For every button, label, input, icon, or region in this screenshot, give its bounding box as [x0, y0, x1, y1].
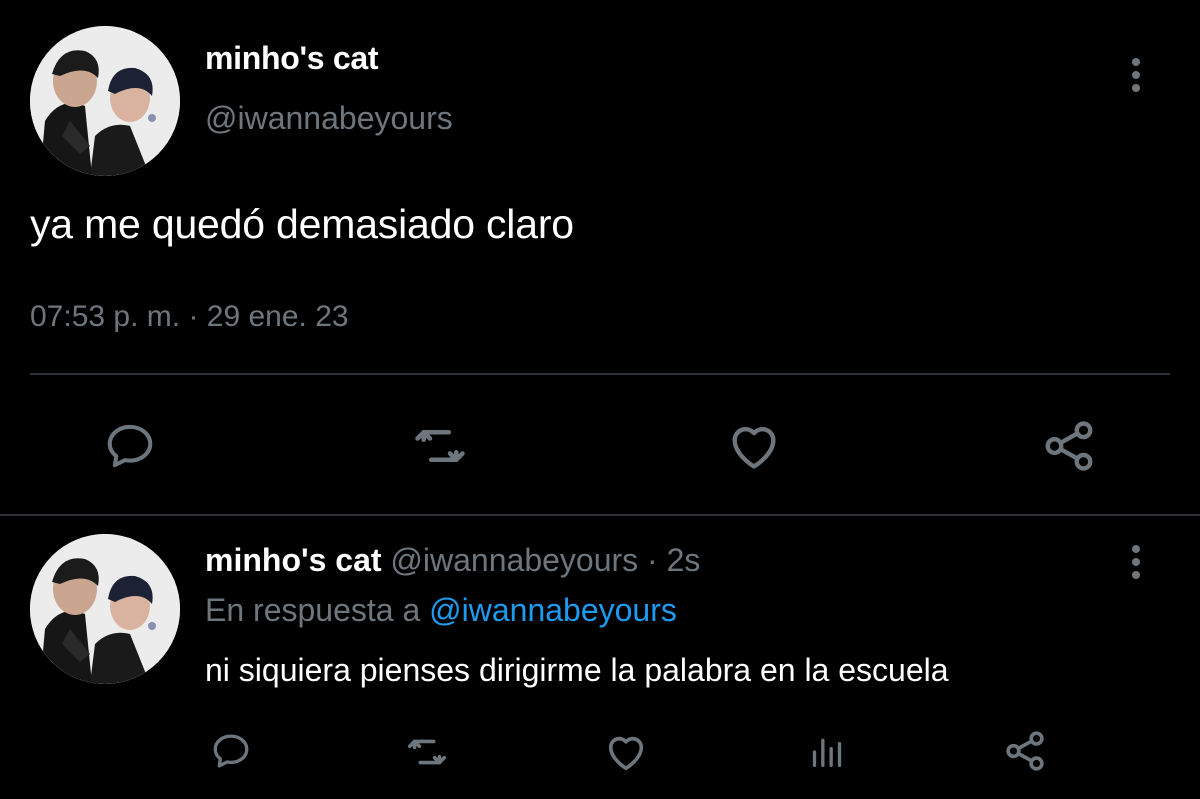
replying-to-link[interactable]: @iwannabeyours	[429, 592, 677, 628]
reply-text: ni siquiera pienses dirigirme la palabra…	[205, 652, 949, 688]
divider	[30, 373, 1170, 375]
meta-separator: ·	[647, 542, 658, 578]
reply-button[interactable]	[208, 728, 254, 774]
analytics-icon	[812, 738, 842, 767]
display-name[interactable]: minho's cat	[205, 40, 379, 77]
section-divider	[0, 514, 1200, 516]
tweet-timestamp: 07:53 p. m. · 29 ene. 23	[30, 300, 349, 334]
more-options-icon[interactable]	[1129, 545, 1143, 579]
avatar-photo	[30, 26, 180, 176]
tweet-time[interactable]: 07:53 p. m.	[30, 300, 180, 333]
retweet-button[interactable]	[409, 415, 471, 477]
user-handle[interactable]: @iwannabeyours	[205, 100, 453, 137]
avatar[interactable]	[30, 534, 180, 684]
avatar[interactable]	[30, 26, 180, 176]
reply-icon	[213, 734, 249, 768]
reply-time[interactable]: 2s	[667, 542, 701, 578]
replying-to: En respuesta a @iwannabeyours	[205, 592, 677, 629]
reply-header: minho's cat @iwannabeyours · 2s	[205, 542, 700, 579]
retweet-button[interactable]	[403, 728, 451, 776]
like-button[interactable]	[722, 414, 786, 478]
share-button[interactable]	[1036, 413, 1102, 479]
retweet-icon	[415, 430, 465, 462]
display-name[interactable]: minho's cat	[205, 542, 382, 578]
share-button[interactable]	[1000, 726, 1050, 776]
retweet-icon	[407, 739, 447, 765]
meta-separator: ·	[188, 300, 199, 333]
user-handle[interactable]: @iwannabeyours	[390, 542, 638, 578]
more-options-icon[interactable]	[1129, 58, 1143, 92]
tweet-text: ya me quedó demasiado claro	[30, 201, 574, 247]
share-icon	[1006, 731, 1044, 771]
like-icon	[732, 427, 776, 469]
analytics-button[interactable]	[803, 728, 851, 776]
avatar-photo	[30, 534, 180, 684]
replying-to-label: En respuesta a	[205, 592, 421, 628]
like-button[interactable]	[601, 727, 651, 777]
reply-icon	[107, 424, 153, 468]
reply-button[interactable]	[99, 415, 161, 477]
like-icon	[608, 736, 644, 771]
tweet-date[interactable]: 29 ene. 23	[207, 300, 349, 333]
share-icon	[1045, 421, 1093, 471]
